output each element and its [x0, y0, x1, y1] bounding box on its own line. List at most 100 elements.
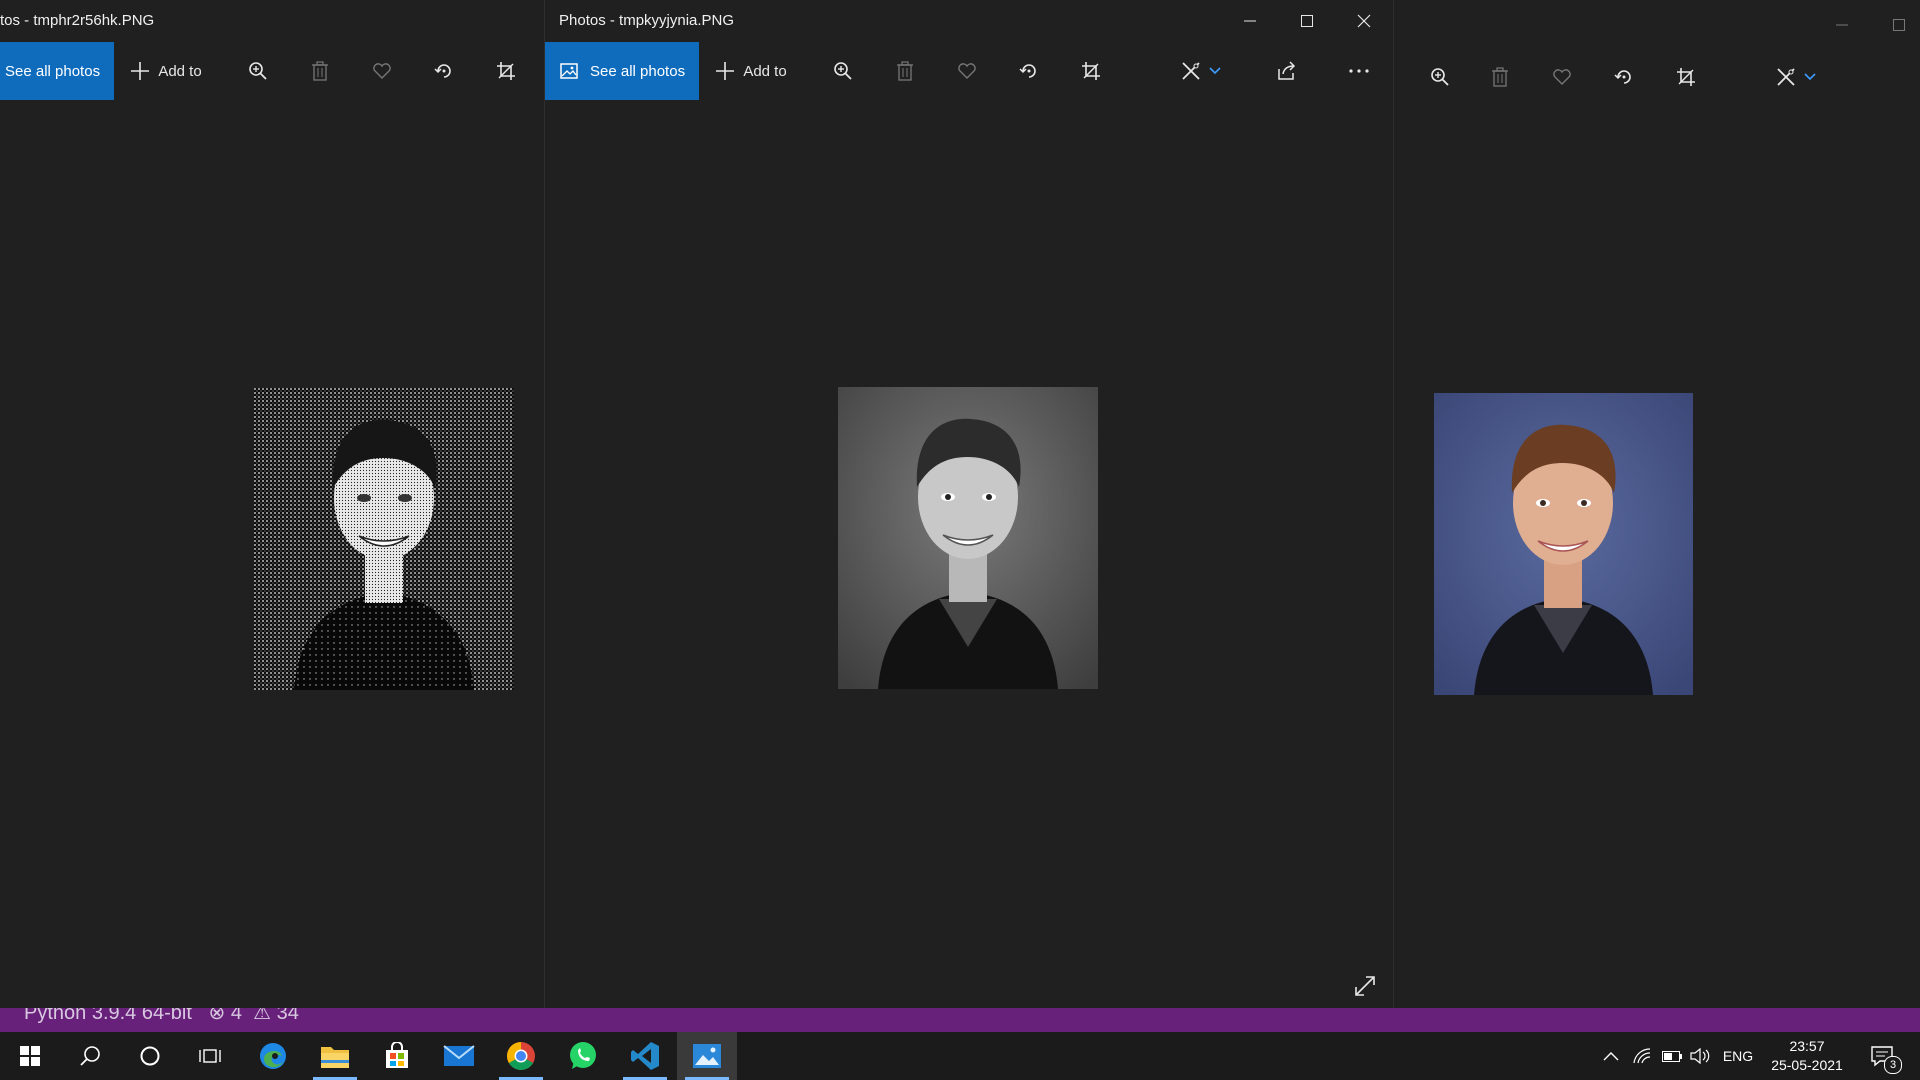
speaker-icon: [1690, 1048, 1710, 1064]
zoom-button[interactable]: [823, 42, 863, 100]
status-text: Python 3.9.4 64-bit ⊗ 4 ⚠ 34: [24, 1008, 299, 1024]
mail-icon: [443, 1045, 475, 1066]
whatsapp-app[interactable]: [553, 1032, 613, 1080]
zoom-in-icon: [834, 62, 852, 80]
search-icon: [80, 1046, 100, 1066]
plus-icon: [716, 62, 735, 80]
show-hidden-icons-button[interactable]: [1598, 1032, 1624, 1080]
photo-gallery-icon: [560, 63, 578, 79]
crop-icon: [1082, 62, 1100, 80]
chrome-icon: [507, 1042, 535, 1070]
favorite-button[interactable]: [1542, 48, 1582, 106]
vscode-icon: [631, 1042, 659, 1070]
favorite-button[interactable]: [947, 42, 987, 100]
see-all-photos-button[interactable]: See all photos: [0, 42, 114, 100]
more-icon: [1349, 69, 1369, 73]
toolbar: See all photos Add to: [545, 42, 1393, 102]
zoom-in-icon: [249, 62, 267, 80]
battery-button[interactable]: [1658, 1032, 1686, 1080]
photo-color: [1434, 393, 1693, 695]
zoom-button[interactable]: [1420, 48, 1460, 106]
search-button[interactable]: [60, 1032, 120, 1080]
crop-icon: [497, 62, 515, 80]
delete-button[interactable]: [885, 42, 925, 100]
clock-date: 25-05-2021: [1771, 1057, 1843, 1073]
add-to-button[interactable]: Add to: [126, 42, 206, 100]
photos-window-left: tos - tmphr2r56hk.PNG See all photos Add…: [0, 0, 542, 1012]
network-button[interactable]: [1628, 1032, 1656, 1080]
add-to-button[interactable]: Add to: [711, 42, 791, 100]
fullscreen-button[interactable]: [1345, 962, 1385, 1010]
whatsapp-icon: [570, 1042, 596, 1069]
chevron-up-icon: [1603, 1052, 1619, 1061]
chevron-down-icon: [1804, 73, 1816, 81]
windows-logo-icon: [20, 1046, 40, 1066]
trash-icon: [897, 61, 913, 81]
rotate-button[interactable]: [1009, 42, 1049, 100]
plus-icon: [131, 62, 150, 80]
edit-tools-icon: [1182, 62, 1200, 80]
trash-icon: [1492, 67, 1508, 87]
chrome-app[interactable]: [491, 1032, 551, 1080]
see-all-photos-label: See all photos: [590, 62, 686, 80]
cortana-button[interactable]: [120, 1032, 180, 1080]
language-label: ENG: [1722, 1048, 1754, 1064]
task-view-button[interactable]: [180, 1032, 240, 1080]
photos-app[interactable]: [677, 1032, 737, 1080]
crop-icon: [1677, 68, 1695, 86]
battery-icon: [1662, 1050, 1682, 1062]
crop-button[interactable]: [1666, 48, 1706, 106]
vscode-status-bar: Python 3.9.4 64-bit ⊗ 4 ⚠ 34: [0, 1008, 1920, 1032]
minimize-button[interactable]: [1813, 4, 1870, 46]
share-button[interactable]: [1267, 42, 1307, 100]
language-indicator[interactable]: ENG: [1720, 1032, 1756, 1080]
edit-create-button[interactable]: [1768, 48, 1824, 106]
title-bar: tos - tmphr2r56hk.PNG: [0, 0, 542, 42]
rotate-button[interactable]: [424, 42, 464, 100]
maximize-button[interactable]: [1278, 0, 1335, 42]
close-button[interactable]: [1335, 0, 1392, 42]
trash-icon: [312, 61, 328, 81]
cortana-icon: [140, 1046, 160, 1066]
heart-icon: [373, 63, 391, 79]
clock[interactable]: 23:57 25-05-2021: [1762, 1032, 1852, 1080]
rotate-icon: [434, 64, 451, 78]
minimize-icon: [1243, 20, 1256, 22]
title-bar: Photos - tmpkyyjynia.PNG: [545, 0, 1393, 42]
delete-button[interactable]: [300, 42, 340, 100]
heart-icon: [958, 63, 976, 79]
store-app[interactable]: [367, 1032, 427, 1080]
zoom-button[interactable]: [238, 42, 278, 100]
crop-button[interactable]: [486, 42, 526, 100]
action-center-button[interactable]: 3: [1862, 1032, 1902, 1080]
taskbar: ENG 23:57 25-05-2021 3: [0, 1032, 1920, 1080]
share-icon: [1278, 61, 1296, 80]
wifi-icon: [1633, 1048, 1651, 1064]
edge-app[interactable]: [243, 1032, 303, 1080]
more-options-button[interactable]: [1339, 42, 1379, 100]
mail-app[interactable]: [429, 1032, 489, 1080]
minimize-button[interactable]: [1221, 0, 1278, 42]
see-all-photos-button[interactable]: See all photos: [545, 42, 699, 100]
photos-icon: [693, 1044, 721, 1068]
edit-create-button[interactable]: [1173, 42, 1229, 100]
add-to-label: Add to: [158, 62, 202, 80]
crop-button[interactable]: [1071, 42, 1111, 100]
edit-tools-icon: [1777, 68, 1795, 86]
window-title: Photos - tmpkyyjynia.PNG: [559, 12, 735, 29]
volume-button[interactable]: [1686, 1032, 1714, 1080]
delete-button[interactable]: [1480, 48, 1520, 106]
store-icon: [386, 1042, 408, 1068]
see-all-photos-label: See all photos: [5, 62, 101, 80]
photo-grayscale: [838, 387, 1098, 689]
rotate-icon: [1614, 70, 1631, 84]
rotate-button[interactable]: [1604, 48, 1644, 106]
start-button[interactable]: [0, 1032, 60, 1080]
window-title: tos - tmphr2r56hk.PNG: [0, 12, 155, 29]
heart-icon: [1553, 69, 1571, 85]
maximize-button[interactable]: [1870, 4, 1920, 46]
vscode-app[interactable]: [615, 1032, 675, 1080]
favorite-button[interactable]: [362, 42, 402, 100]
expand-icon: [1355, 976, 1375, 996]
file-explorer-app[interactable]: [305, 1032, 365, 1080]
